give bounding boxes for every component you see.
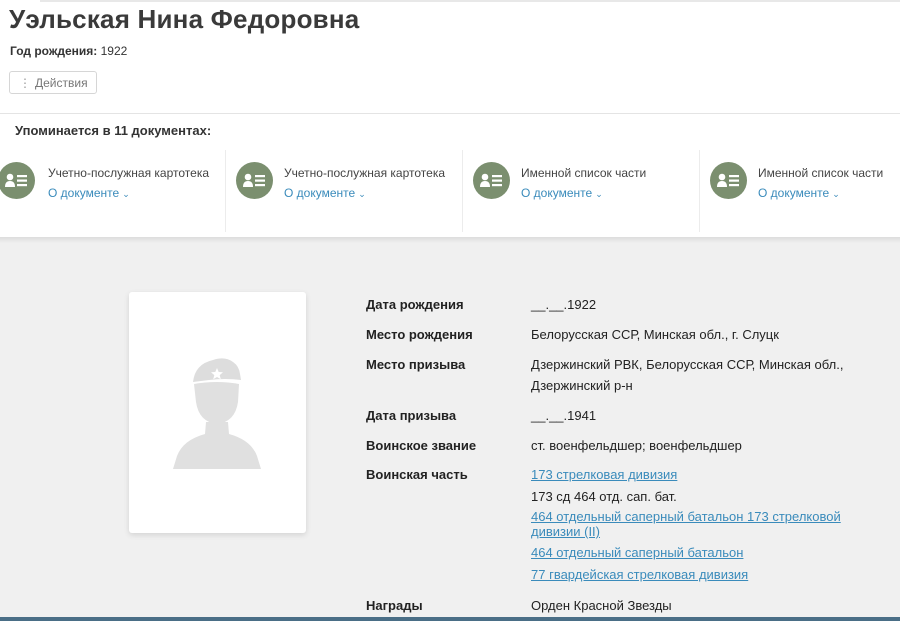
document-card[interactable]: Учетно-послужная картотека О документе ⌄ [236,150,460,232]
unit-link[interactable]: 464 отдельный саперный батальон [531,545,743,560]
about-document-link[interactable]: О документе ⌄ [284,186,366,200]
unit-link[interactable]: 464 отдельный саперный батальон 173 стре… [531,509,841,524]
actions-label: Действия [35,75,88,90]
birth-year: Год рождения: 1922 [10,44,127,58]
awards-label: Награды [366,598,423,613]
draft-date-label: Дата призыва [366,408,457,423]
about-document-link[interactable]: О документе ⌄ [758,186,840,200]
chevron-down-icon: ⌄ [122,189,130,199]
people-list-icon [710,162,747,199]
divider [0,113,900,114]
people-list-icon [0,162,35,199]
unit-link-continued[interactable]: дивизии (II) [531,524,600,539]
person-name: Уэльская Нина Федоровна [9,4,360,34]
rank-label: Воинское звание [366,438,477,453]
draft-date-value: __.__.1941 [531,408,597,423]
birth-date-label: Дата рождения [366,297,464,312]
document-card[interactable]: Учетно-послужная картотека О документе ⌄ [0,150,224,232]
unit-text: 173 сд 464 отд. сап. бат. [531,489,677,504]
photo-placeholder [129,292,306,533]
document-title: Именной список части [521,166,647,180]
chevron-down-icon: ⌄ [358,189,366,199]
document-title: Учетно-послужная картотека [284,166,446,180]
actions-button[interactable]: ⋮ Действия [9,71,97,94]
document-title: Именной список части [758,166,884,180]
awards-value: Орден Красной Звезды [531,598,672,613]
document-card[interactable]: Именной список части О документе ⌄ [473,150,697,232]
draft-place-label: Место призыва [366,357,466,372]
document-title: Учетно-послужная картотека [48,166,210,180]
about-document-link[interactable]: О документе ⌄ [48,186,130,200]
rank-value: ст. военфельдшер; военфельдшер [531,438,742,453]
unit-label: Воинская часть [366,467,468,482]
chevron-down-icon: ⌄ [595,189,603,199]
more-vertical-icon: ⋮ [19,75,31,90]
chevron-down-icon: ⌄ [832,189,840,199]
mentions-heading: Упоминается в 11 документах: [15,123,212,138]
birth-date-value: __.__.1922 [531,297,597,312]
draft-place-value-line1: Дзержинский РВК, Белорусская ССР, Минска… [531,357,844,372]
birth-place-value: Белорусская ССР, Минская обл., г. Слуцк [531,327,779,342]
card-divider [462,150,463,232]
people-list-icon [236,162,273,199]
header-shadow [0,237,900,243]
about-document-link[interactable]: О документе ⌄ [521,186,603,200]
card-divider [225,150,226,232]
birth-place-label: Место рождения [366,327,473,342]
bottom-bar [0,617,900,621]
unit-link[interactable]: 77 гвардейская стрелковая дивизия [531,567,748,582]
birth-year-value: 1922 [100,44,128,58]
document-card[interactable]: Именной список части О документе ⌄ [710,150,900,232]
soldier-silhouette-icon [173,358,261,469]
draft-place-value-line2: Дзержинский р-н [531,378,633,393]
card-divider [699,150,700,232]
unit-link[interactable]: 173 стрелковая дивизия [531,467,677,482]
birth-year-label: Год рождения: [10,44,98,58]
people-list-icon [473,162,510,199]
